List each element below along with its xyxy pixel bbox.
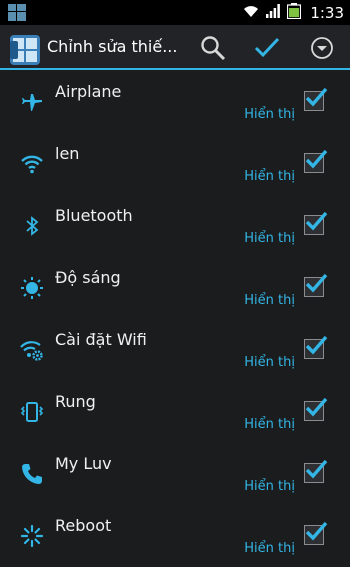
checkmark-icon (254, 37, 280, 58)
check-icon (305, 211, 328, 231)
action-bar: Chỉnh sửa thiế... (0, 25, 350, 70)
item-status: Hiển thị (244, 107, 295, 122)
cell-signal-icon (266, 3, 281, 22)
list-item[interactable]: Độ sáng Hiển thị (0, 256, 350, 318)
item-checkbox[interactable] (304, 397, 328, 421)
check-icon (305, 273, 328, 293)
item-status: Hiển thị (244, 479, 295, 494)
search-button[interactable] (198, 33, 228, 63)
list-item[interactable]: Cài đặt Wifi Hiển thị (0, 318, 350, 380)
list-item[interactable]: len Hiển thị (0, 132, 350, 194)
item-label: len (55, 144, 80, 163)
vibrate-icon (20, 400, 44, 424)
item-checkbox[interactable] (304, 273, 328, 297)
bluetooth-icon (20, 214, 44, 238)
wifi-icon (20, 152, 44, 176)
app-logo-icon[interactable] (10, 35, 40, 65)
check-icon (305, 87, 328, 107)
list-item[interactable]: My Luv Hiển thị (0, 442, 350, 504)
page-title: Chỉnh sửa thiế... (47, 37, 178, 56)
wifi-settings-icon (20, 338, 44, 362)
overflow-menu-button[interactable] (307, 33, 337, 63)
check-icon (305, 149, 328, 169)
item-checkbox[interactable] (304, 459, 328, 483)
item-status: Hiển thị (244, 231, 295, 246)
list-item[interactable]: Airplane Hiển thị (0, 70, 350, 132)
check-icon (305, 521, 328, 541)
item-checkbox[interactable] (304, 211, 328, 235)
list-item[interactable]: Rung Hiển thị (0, 380, 350, 442)
item-label: Độ sáng (55, 268, 121, 287)
item-label: My Luv (55, 454, 112, 473)
item-label: Bluetooth (55, 206, 133, 225)
item-label: Airplane (55, 82, 122, 101)
reboot-icon (20, 524, 44, 548)
check-icon (305, 459, 328, 479)
list-item[interactable]: Bluetooth Hiển thị (0, 194, 350, 256)
item-status: Hiển thị (244, 541, 295, 556)
item-checkbox[interactable] (304, 335, 328, 359)
brightness-icon (20, 276, 44, 300)
status-bar: 1:33 (0, 0, 350, 25)
item-status: Hiển thị (244, 355, 295, 370)
item-label: Reboot (55, 516, 112, 535)
status-time: 1:33 (310, 3, 344, 22)
airplane-icon (20, 90, 44, 114)
item-status: Hiển thị (244, 293, 295, 308)
chevron-down-circle-icon (311, 37, 333, 59)
battery-icon (287, 2, 302, 23)
item-label: Rung (55, 392, 96, 411)
wifi-signal-icon (243, 3, 259, 22)
item-status: Hiển thị (244, 417, 295, 432)
notification-app-icon (8, 4, 26, 21)
item-checkbox[interactable] (304, 149, 328, 173)
confirm-button[interactable] (252, 33, 282, 63)
item-checkbox[interactable] (304, 87, 328, 111)
search-icon (201, 36, 226, 61)
check-icon (305, 335, 328, 355)
item-checkbox[interactable] (304, 521, 328, 545)
item-label: Cài đặt Wifi (55, 330, 147, 349)
list-item[interactable]: Reboot Hiển thị (0, 504, 350, 566)
settings-list: Airplane Hiển thị len Hiển thị Bluetooth… (0, 70, 350, 566)
check-icon (305, 397, 328, 417)
item-status: Hiển thị (244, 169, 295, 184)
phone-icon (20, 462, 44, 486)
